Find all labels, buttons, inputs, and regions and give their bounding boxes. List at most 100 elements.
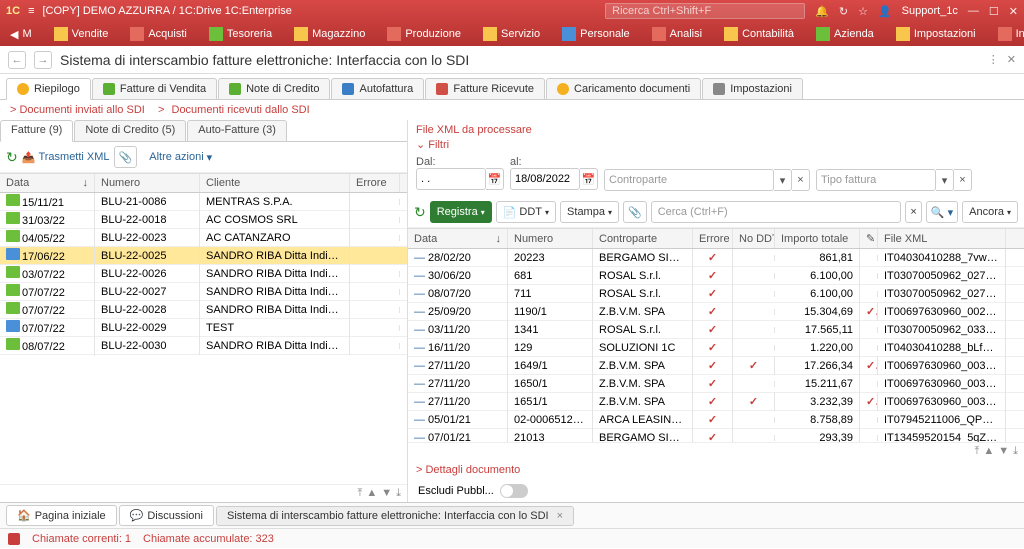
menu-azienda[interactable]: Azienda xyxy=(810,27,880,41)
scroll-top-icon[interactable]: ⤒ xyxy=(357,487,362,500)
scroll-top-icon-r[interactable]: ⤒ xyxy=(974,445,979,458)
menu-magazzino[interactable]: Magazzino xyxy=(288,27,371,41)
btab-home[interactable]: 🏠 Pagina iniziale xyxy=(6,505,117,526)
breadcrumb-item-sent[interactable]: Documenti inviati allo SDI xyxy=(19,104,144,116)
col-cliente[interactable]: Cliente xyxy=(200,174,350,192)
registra-button[interactable]: Registra ▾ xyxy=(430,201,492,223)
minimize-icon[interactable]: — xyxy=(968,5,979,17)
bell-icon[interactable]: 🔔 xyxy=(815,5,829,18)
scroll-up-icon[interactable]: ▲ xyxy=(366,487,377,500)
rcol-check[interactable]: ✎ xyxy=(860,229,878,248)
col-numero[interactable]: Numero xyxy=(95,174,200,192)
close-tab-icon[interactable]: × xyxy=(557,510,563,522)
nav-forward-button[interactable]: → xyxy=(34,51,52,69)
menu-acquisti[interactable]: Acquisti xyxy=(124,27,193,41)
menu-contabilita[interactable]: Contabilità xyxy=(718,27,800,41)
attach-button[interactable]: 📎 xyxy=(623,201,647,223)
menu-interscambio[interactable]: Interscambio xyxy=(992,27,1024,41)
altre-azioni-button[interactable]: Altre azioni ▾ xyxy=(149,151,212,164)
search-go-button[interactable]: 🔍 ▾ xyxy=(926,201,958,223)
scroll-bottom-icon[interactable]: ⤓ xyxy=(396,487,401,500)
breadcrumb-item-received[interactable]: Documenti ricevuti dallo SDI xyxy=(172,104,310,116)
rcol-data[interactable]: Data ↓ xyxy=(408,229,508,248)
menu-produzione[interactable]: Produzione xyxy=(381,27,467,41)
close-window-icon[interactable]: ✕ xyxy=(1009,5,1018,18)
table-row[interactable]: — 28/02/2020223BERGAMO SIST...✓861,81IT0… xyxy=(408,249,1024,267)
menu-vendite[interactable]: Vendite xyxy=(48,27,115,41)
scroll-down-icon[interactable]: ▼ xyxy=(381,487,392,500)
rcol-noddt[interactable]: No DDT xyxy=(733,229,775,248)
tab-caricamento[interactable]: Caricamento documenti xyxy=(546,78,701,99)
stampa-button[interactable]: Stampa ▾ xyxy=(560,201,619,223)
refresh-button[interactable]: ↻ xyxy=(6,149,18,166)
left-grid[interactable]: Data ↓ Numero Cliente Errore 15/11/21BLU… xyxy=(0,173,407,484)
rcol-filexml[interactable]: File XML xyxy=(878,229,1006,248)
export-button[interactable]: 📎 xyxy=(114,146,138,168)
col-data[interactable]: Data ↓ xyxy=(0,174,95,192)
close-page-icon[interactable]: ✕ xyxy=(1007,53,1016,66)
tipofattura-input[interactable]: Tipo fattura xyxy=(816,169,936,191)
menu-personale[interactable]: Personale xyxy=(556,27,636,41)
maximize-icon[interactable]: ☐ xyxy=(989,5,999,18)
user-icon[interactable]: 👤 xyxy=(878,5,892,18)
menu-tesoreria[interactable]: Tesoreria xyxy=(203,27,278,41)
star-icon[interactable]: ☆ xyxy=(858,5,868,18)
tipofattura-dropdown[interactable]: ▾ xyxy=(936,169,954,191)
rcol-errore[interactable]: Errore xyxy=(693,229,733,248)
menu-servizio[interactable]: Servizio xyxy=(477,27,546,41)
table-row[interactable]: — 07/01/2121013BERGAMO SIST...✓293,39IT1… xyxy=(408,429,1024,442)
more-icon[interactable]: ⋮ xyxy=(988,53,999,66)
scroll-bottom-icon-r[interactable]: ⤓ xyxy=(1013,445,1018,458)
al-calendar-icon[interactable]: 📅 xyxy=(580,168,598,190)
search-input[interactable]: Cerca (Ctrl+F) xyxy=(651,201,902,223)
ancora-button[interactable]: Ancora ▾ xyxy=(962,201,1018,223)
dal-input[interactable]: . . xyxy=(416,168,486,190)
rcol-importo[interactable]: Importo totale xyxy=(775,229,860,248)
ddt-button[interactable]: 📄 DDT ▾ xyxy=(496,201,556,223)
table-row[interactable]: — 27/11/201650/1Z.B.V.M. SPA✓15.211,67IT… xyxy=(408,375,1024,393)
dettagli-documento-link[interactable]: > Dettagli documento xyxy=(408,460,1024,480)
subtab-note[interactable]: Note di Credito (5) xyxy=(74,120,186,141)
controparte-dropdown[interactable]: ▾ xyxy=(774,169,792,191)
table-row[interactable]: 08/07/22BLU-22-0030SANDRO RIBA Ditta Ind… xyxy=(0,337,407,355)
btab-active[interactable]: Sistema di interscambio fatture elettron… xyxy=(216,506,574,526)
table-row[interactable]: — 05/01/2102-0006512-2021ARCA LEASING ..… xyxy=(408,411,1024,429)
user-label[interactable]: Support_1c xyxy=(902,5,958,17)
tab-fatture-ricevute[interactable]: Fatture Ricevute xyxy=(425,78,545,99)
tab-note-credito[interactable]: Note di Credito xyxy=(218,78,330,99)
table-row[interactable]: — 27/11/201649/1Z.B.V.M. SPA✓✓17.266,34✓… xyxy=(408,357,1024,375)
menu-impostazioni[interactable]: Impostazioni xyxy=(890,27,982,41)
history-icon[interactable]: ↻ xyxy=(839,5,848,18)
tab-autofattura[interactable]: Autofattura xyxy=(331,78,424,99)
nav-back-button[interactable]: ← xyxy=(8,51,26,69)
tab-impostazioni[interactable]: Impostazioni xyxy=(702,78,803,99)
tab-fatture-vendita[interactable]: Fatture di Vendita xyxy=(92,78,217,99)
tab-riepilogo[interactable]: Riepilogo xyxy=(6,78,91,100)
controparte-clear[interactable]: × xyxy=(792,169,810,191)
scroll-down-icon-r[interactable]: ▼ xyxy=(998,445,1009,458)
rcol-numero[interactable]: Numero xyxy=(508,229,593,248)
al-input[interactable]: 18/08/2022 xyxy=(510,168,580,190)
menu-analisi[interactable]: Analisi xyxy=(646,27,708,41)
table-row[interactable]: — 25/09/201190/1Z.B.V.M. SPA✓15.304,69✓I… xyxy=(408,303,1024,321)
trasmetti-xml-button[interactable]: 📤Trasmetti XML xyxy=(22,151,110,164)
scroll-up-icon-r[interactable]: ▲ xyxy=(983,445,994,458)
tipofattura-clear[interactable]: × xyxy=(954,169,972,191)
table-row[interactable]: — 08/07/20711ROSAL S.r.l.✓6.100,00IT0307… xyxy=(408,285,1024,303)
right-grid[interactable]: Data ↓ Numero Controparte Errore No DDT … xyxy=(408,228,1024,442)
btab-discussioni[interactable]: 💬 Discussioni xyxy=(119,505,214,526)
menu-back[interactable]: ◀ M xyxy=(4,28,38,41)
col-errore[interactable]: Errore xyxy=(350,174,400,192)
dal-calendar-icon[interactable]: 📅 xyxy=(486,168,504,190)
subtab-auto[interactable]: Auto-Fatture (3) xyxy=(187,120,287,141)
table-row[interactable]: — 30/06/20681ROSAL S.r.l.✓6.100,00IT0307… xyxy=(408,267,1024,285)
controparte-input[interactable]: Controparte xyxy=(604,169,774,191)
rcol-controparte[interactable]: Controparte xyxy=(593,229,693,248)
global-search-input[interactable]: Ricerca Ctrl+Shift+F xyxy=(605,3,805,19)
refresh-right-button[interactable]: ↻ xyxy=(414,204,426,221)
subtab-fatture[interactable]: Fatture (9) xyxy=(0,120,73,142)
hamburger-icon[interactable]: ≡ xyxy=(28,5,34,17)
escludi-toggle[interactable] xyxy=(500,484,528,498)
table-row[interactable]: — 27/11/201651/1Z.B.V.M. SPA✓✓3.232,39✓I… xyxy=(408,393,1024,411)
table-row[interactable]: — 03/11/201341ROSAL S.r.l.✓17.565,11IT03… xyxy=(408,321,1024,339)
